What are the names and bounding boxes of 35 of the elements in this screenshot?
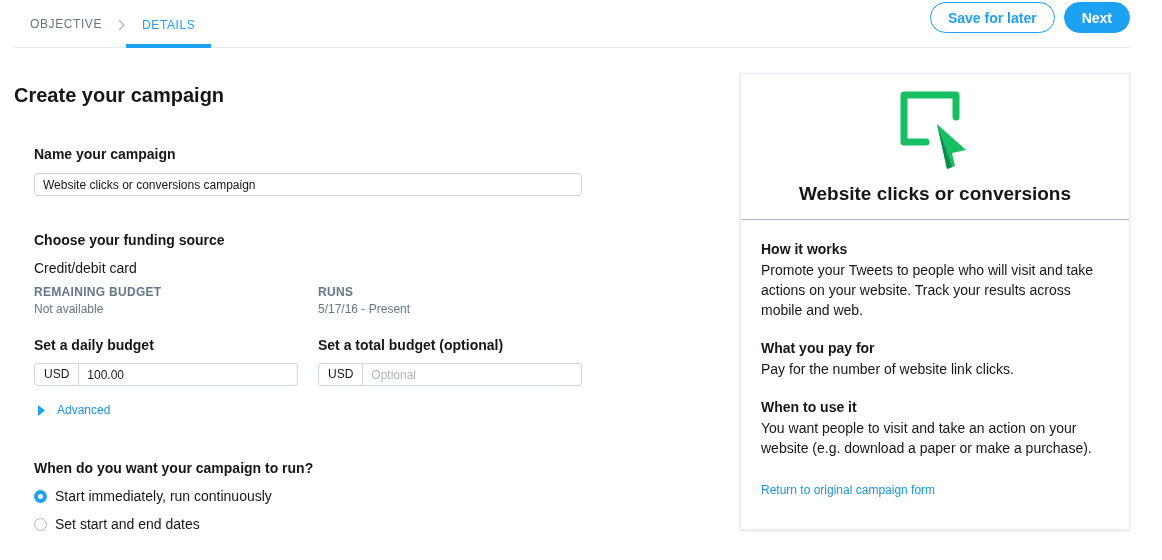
card-title: Website clicks or conversions bbox=[798, 182, 1072, 206]
chevron-right-icon bbox=[118, 18, 127, 31]
budget-field[interactable]: 100.00 bbox=[79, 363, 298, 386]
section-heading: How it works bbox=[761, 240, 849, 258]
section-text: You want people to visit and take an action on your website (e.g. download a paper or make a purchase). bbox=[761, 419, 1093, 458]
funding-source: Credit/debit card bbox=[34, 259, 138, 277]
radio-option[interactable]: Set start and end dates bbox=[34, 515, 200, 533]
budget-field[interactable]: Optional bbox=[363, 363, 582, 386]
next-button[interactable]: Next bbox=[1063, 2, 1130, 33]
caret-icon bbox=[38, 404, 45, 416]
section-text: Promote your Tweets to people who will visit and take actions on your website. Track your results across mobile and web. bbox=[761, 261, 1095, 320]
stat-value: 5/17/16 - Present bbox=[318, 302, 412, 316]
radio-option[interactable]: Start immediately, run continuously bbox=[34, 487, 272, 505]
currency-label: USD bbox=[34, 363, 80, 386]
campaign-name-field[interactable]: Website clicks or conversions campaign bbox=[34, 173, 582, 196]
section-heading: What you pay for bbox=[761, 339, 876, 357]
breadcrumb-tab[interactable]: OBJECTIVE bbox=[14, 0, 119, 48]
stat-value: Not available bbox=[34, 302, 105, 316]
page-title: Create your campaign bbox=[14, 83, 226, 107]
section-label: Choose your funding source bbox=[34, 231, 226, 249]
advanced-toggle[interactable]: Advanced bbox=[38, 403, 111, 417]
section-label: When do you want your campaign to run? bbox=[34, 459, 315, 477]
stat-label: REMAINING BUDGET bbox=[34, 285, 163, 299]
field-label: Name your campaign bbox=[34, 145, 177, 163]
return-link[interactable]: Return to original campaign form bbox=[761, 483, 936, 497]
section-heading: When to use it bbox=[761, 398, 858, 416]
radio-button[interactable] bbox=[34, 489, 47, 503]
radio-button[interactable] bbox=[34, 517, 47, 531]
stat-label: RUNS bbox=[318, 285, 355, 299]
save-button[interactable]: Save for later bbox=[929, 2, 1055, 33]
field-label: Set a total budget (optional) bbox=[318, 336, 505, 354]
currency-label: USD bbox=[318, 363, 364, 386]
section-text: Pay for the number of website link clicks. bbox=[761, 360, 1015, 379]
field-label: Set a daily budget bbox=[34, 336, 155, 354]
breadcrumb-tab[interactable]: DETAILS bbox=[126, 0, 212, 48]
